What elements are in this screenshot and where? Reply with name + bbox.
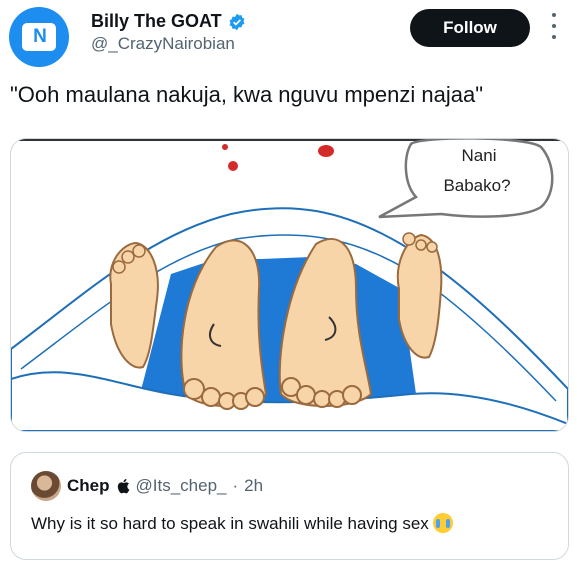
quoted-author-avatar[interactable] bbox=[31, 471, 61, 501]
quoted-author-handle[interactable]: @Its_chep_ bbox=[136, 476, 227, 496]
quoted-tweet-text: Why is it so hard to speak in swahili wh… bbox=[31, 513, 453, 534]
tweet-header: N Billy The GOAT @_CrazyNairobian Follow bbox=[0, 0, 577, 70]
tweet-text: "Ooh maulana nakuja, kwa nguvu mpenzi na… bbox=[10, 82, 484, 107]
quoted-tweet[interactable]: Chep @Its_chep_ · 2h Why is it so hard t… bbox=[10, 452, 569, 560]
quoted-tweet-time[interactable]: 2h bbox=[244, 476, 263, 496]
verified-badge-icon bbox=[229, 13, 245, 30]
speech-bubble-line-1: Nani bbox=[462, 146, 497, 165]
separator-dot: · bbox=[232, 476, 239, 495]
apple-icon bbox=[117, 478, 129, 494]
speech-bubble-line-2: Babako? bbox=[443, 176, 510, 195]
more-options-icon[interactable] bbox=[549, 13, 559, 39]
follow-button[interactable]: Follow bbox=[410, 9, 530, 47]
quoted-tweet-body: Why is it so hard to speak in swahili wh… bbox=[31, 514, 429, 533]
author-handle[interactable]: @_CrazyNairobian bbox=[91, 34, 235, 54]
cartoon-illustration: Nani Babako? bbox=[11, 139, 568, 431]
loudly-crying-face-icon bbox=[432, 513, 453, 533]
quoted-author-name[interactable]: Chep bbox=[67, 476, 110, 496]
author-avatar[interactable]: N bbox=[9, 7, 69, 67]
brand-logo-icon: N bbox=[22, 23, 56, 51]
author-display-name[interactable]: Billy The GOAT bbox=[91, 11, 222, 32]
quoted-tweet-header: Chep @Its_chep_ · 2h bbox=[31, 471, 263, 501]
tweet-image[interactable]: Nani Babako? bbox=[10, 138, 569, 432]
author-name-row: Billy The GOAT bbox=[91, 11, 246, 32]
